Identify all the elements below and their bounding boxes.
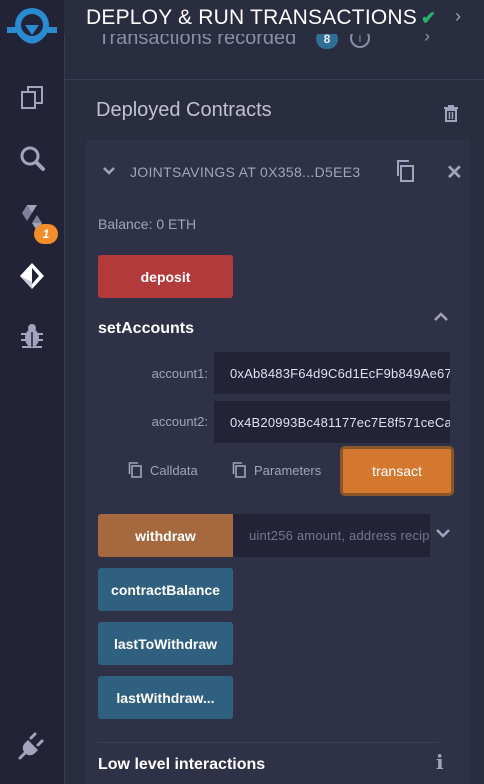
parameters-label: Parameters bbox=[254, 462, 322, 478]
chevron-down-icon[interactable] bbox=[434, 526, 452, 545]
copy-icon bbox=[128, 462, 142, 478]
calldata-copy-button[interactable]: Calldata bbox=[128, 462, 198, 478]
contract-balance: Balance: 0 ETH bbox=[98, 216, 197, 232]
account1-label: account1: bbox=[151, 366, 208, 381]
chevron-up-icon[interactable] bbox=[432, 310, 450, 329]
withdraw-params-input[interactable]: uint256 amount, address recipient bbox=[233, 514, 430, 557]
calldata-label: Calldata bbox=[150, 462, 198, 478]
contract-balance-button[interactable]: contractBalance bbox=[98, 568, 233, 611]
section-divider bbox=[64, 79, 484, 80]
last-to-withdraw-button[interactable]: lastToWithdraw bbox=[98, 622, 233, 665]
account2-label: account2: bbox=[151, 414, 208, 429]
set-accounts-title: setAccounts bbox=[98, 320, 195, 337]
parameters-copy-button[interactable]: Parameters bbox=[232, 462, 321, 478]
withdraw-button[interactable]: withdraw bbox=[98, 514, 233, 557]
deposit-button[interactable]: deposit bbox=[98, 255, 233, 298]
chevron-down-icon[interactable] bbox=[102, 164, 116, 183]
low-level-divider bbox=[98, 742, 438, 743]
deployed-contracts-title: Deployed Contracts bbox=[96, 99, 272, 121]
withdraw-params-placeholder: uint256 amount, address recipient bbox=[249, 528, 430, 543]
account1-input[interactable]: 0xAb8483F64d9C6d1EcF9b849Ae677dD3315835c… bbox=[214, 352, 450, 394]
plugin-manager-icon[interactable] bbox=[12, 726, 52, 766]
account2-input[interactable]: 0x4B20993Bc481177ec7E8f571ceCaE8A9e22C02… bbox=[214, 401, 450, 443]
plugin-title: DEPLOY & RUN TRANSACTIONS bbox=[86, 6, 417, 29]
low-level-interactions-title: Low level interactions bbox=[98, 756, 266, 773]
contract-instance-title[interactable]: JOINTSAVINGS AT 0X358...D5EE3 bbox=[130, 164, 360, 180]
debugger-icon[interactable] bbox=[12, 316, 52, 356]
last-withdraw-amount-button[interactable]: lastWithdraw... bbox=[98, 676, 233, 719]
deploy-run-icon[interactable] bbox=[12, 256, 52, 296]
copy-icon bbox=[232, 462, 246, 478]
file-explorer-icon[interactable] bbox=[12, 78, 52, 118]
chevron-right-icon[interactable]: › bbox=[455, 6, 461, 27]
remix-logo-icon[interactable] bbox=[4, 4, 60, 52]
info-icon[interactable]: i bbox=[436, 750, 444, 774]
transact-button[interactable]: transact bbox=[340, 446, 454, 496]
copy-icon[interactable] bbox=[395, 160, 415, 187]
close-icon[interactable]: ✕ bbox=[446, 160, 463, 185]
icon-panel: 1 bbox=[0, 0, 64, 784]
search-icon[interactable] bbox=[12, 138, 52, 178]
trash-icon[interactable] bbox=[442, 104, 460, 127]
compiler-warning-badge: 1 bbox=[34, 224, 58, 244]
check-icon: ✔ bbox=[421, 8, 437, 28]
panel-divider bbox=[64, 0, 65, 784]
